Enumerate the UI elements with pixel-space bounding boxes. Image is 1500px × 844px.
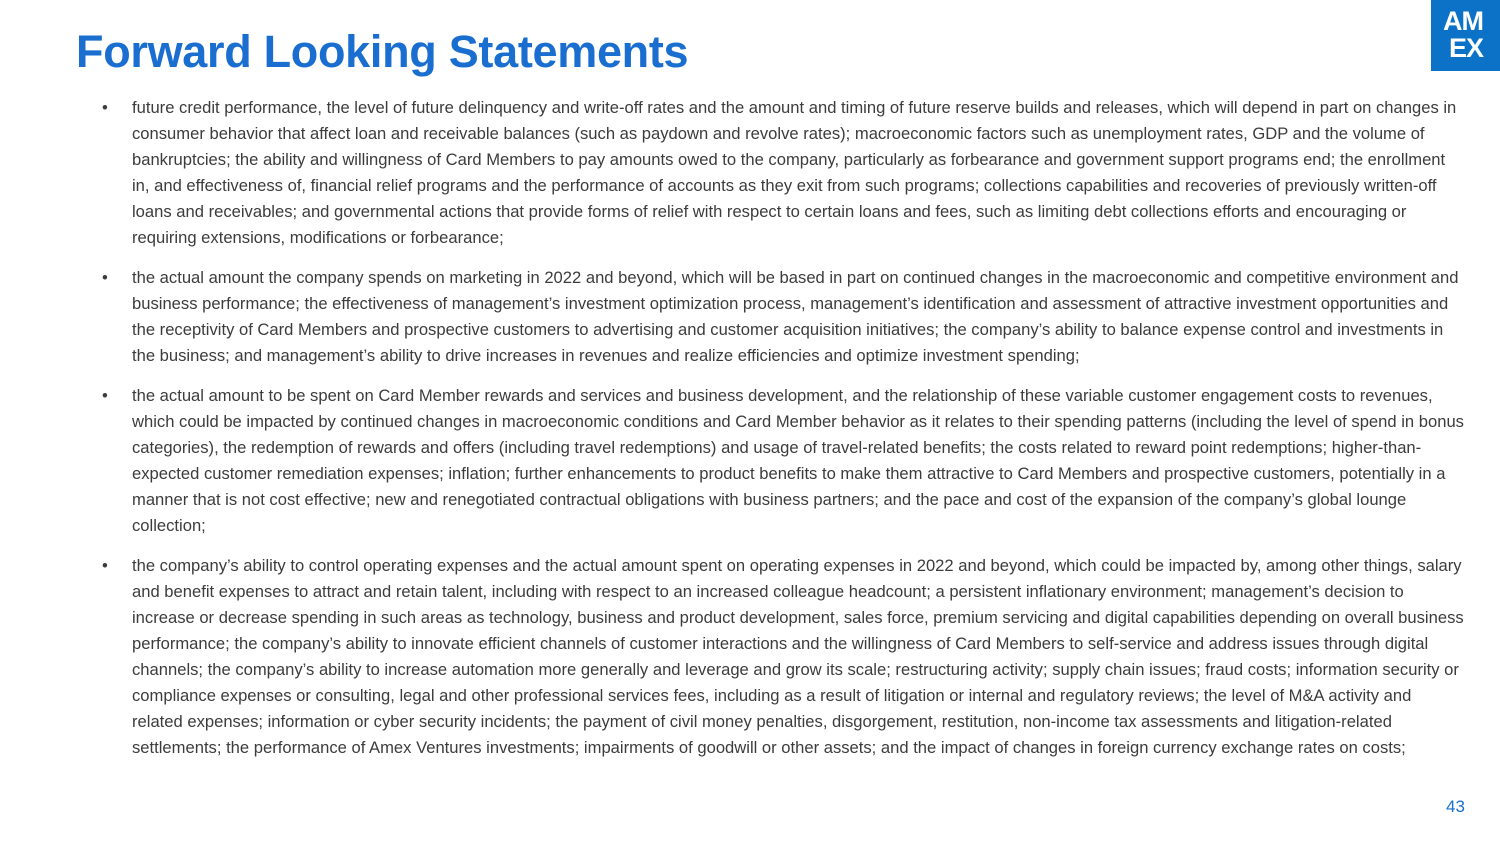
logo-text-line-2: EX xyxy=(1449,33,1484,63)
statement-text: future credit performance, the level of … xyxy=(132,98,1457,247)
logo-text-line-1: AM xyxy=(1443,6,1484,36)
bullet-icon: • xyxy=(102,268,108,287)
statement-list: • future credit performance, the level o… xyxy=(102,95,1464,775)
bullet-icon: • xyxy=(102,556,108,575)
page-number: 43 xyxy=(1446,797,1465,816)
statement-text: the actual amount the company spends on … xyxy=(132,268,1459,365)
bullet-icon: • xyxy=(102,386,108,405)
statement-text: the actual amount to be spent on Card Me… xyxy=(132,386,1464,535)
statement-item: • the actual amount the company spends o… xyxy=(102,265,1464,369)
statement-item: • future credit performance, the level o… xyxy=(102,95,1464,251)
bullet-icon: • xyxy=(102,98,108,117)
amex-logo: AM EX xyxy=(1431,0,1500,71)
page-title: Forward Looking Statements xyxy=(76,26,689,77)
statement-text: the company’s ability to control operati… xyxy=(132,556,1464,757)
statement-item: • the actual amount to be spent on Card … xyxy=(102,383,1464,539)
statement-item: • the company’s ability to control opera… xyxy=(102,553,1464,761)
